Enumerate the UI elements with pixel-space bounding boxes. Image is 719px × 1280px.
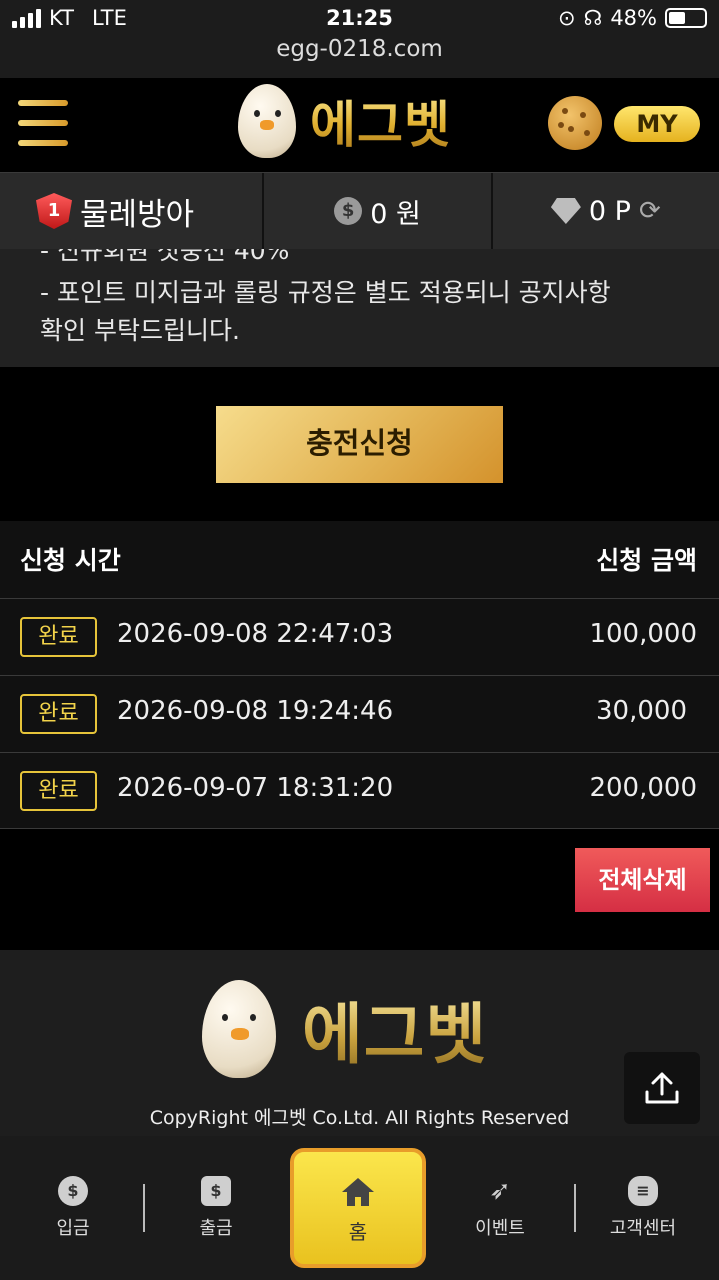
- address-bar-url[interactable]: egg-0218.com: [0, 36, 719, 62]
- site-logo[interactable]: 에그벳: [238, 84, 451, 158]
- status-badge: 완료: [20, 771, 97, 811]
- home-icon: [340, 1176, 376, 1208]
- nav-event[interactable]: ➶ 이벤트: [440, 1176, 560, 1240]
- site-header: 에그벳 MY: [0, 78, 719, 172]
- status-right: ⊙ ☊ 48%: [558, 6, 707, 30]
- scroll-top-button[interactable]: [624, 1052, 700, 1124]
- table-header: 신청 시간 신청 금액: [0, 521, 719, 598]
- nav-support-label: 고객센터: [609, 1218, 677, 1239]
- deposit-coin-icon: $: [58, 1176, 88, 1206]
- battery-icon: [665, 8, 707, 28]
- request-amount: 30,000: [596, 696, 687, 726]
- request-amount: 100,000: [589, 619, 697, 649]
- points-value: 0 P: [588, 195, 631, 227]
- nav-divider: [574, 1184, 576, 1232]
- battery-percent: 48%: [610, 6, 657, 30]
- nav-withdraw-label: 출금: [199, 1218, 233, 1239]
- nav-home-button[interactable]: 홈: [290, 1148, 426, 1268]
- user-info-bar: 1 물레방아 $ 0 원 0 P ⟳: [0, 172, 719, 249]
- request-time: 2026-09-08 22:47:03: [117, 619, 394, 649]
- cookie-icon[interactable]: [548, 96, 602, 150]
- headphones-icon: ☊: [583, 6, 603, 30]
- wallet-icon: $: [201, 1176, 231, 1206]
- notice-box: - 신규회원 첫충전 40% - 포인트 미지급과 롤링 규정은 별도 적용되니…: [0, 249, 719, 367]
- nav-deposit[interactable]: $ 입금: [13, 1176, 133, 1240]
- status-bar: KT LTE 21:25 ⊙ ☊ 48% egg-0218.com: [0, 0, 719, 78]
- status-badge: 완료: [20, 694, 97, 734]
- footer-logo-text: 에그벳: [302, 981, 487, 1077]
- username: 물레방아: [80, 196, 195, 233]
- nav-divider: [143, 1184, 145, 1232]
- column-header-amount: 신청 금액: [596, 546, 697, 575]
- nav-support[interactable]: ≡ 고객센터: [583, 1176, 703, 1240]
- egg-chick-icon: [202, 980, 276, 1078]
- nav-event-label: 이벤트: [475, 1218, 525, 1239]
- logo-text: 에그벳: [310, 85, 451, 157]
- money-value: 0 원: [370, 198, 421, 230]
- coin-icon: $: [334, 197, 363, 225]
- menu-icon[interactable]: [18, 100, 68, 146]
- footer: 에그벳 CopyRight 에그벳 Co.Ltd. All Rights Res…: [0, 950, 719, 1136]
- nav-home-label: 홈: [348, 1220, 368, 1244]
- chat-bubble-icon: ≡: [628, 1176, 658, 1206]
- footer-logo: 에그벳: [202, 980, 487, 1078]
- orientation-lock-icon: ⊙: [558, 6, 576, 30]
- notice-line-2: - 포인트 미지급과 롤링 규정은 별도 적용되니 공지사항: [40, 278, 611, 307]
- my-button[interactable]: MY: [614, 106, 700, 142]
- request-time: 2026-09-08 19:24:46: [117, 696, 394, 726]
- upload-arrow-icon: [645, 1072, 679, 1104]
- nav-deposit-label: 입금: [56, 1218, 90, 1239]
- rocket-icon: ➶: [489, 1176, 511, 1206]
- charge-request-button[interactable]: 충전신청: [216, 406, 503, 483]
- delete-all-button[interactable]: 전체삭제: [575, 848, 710, 912]
- diamond-icon: [550, 198, 581, 224]
- table-row[interactable]: 완료 2026-09-07 18:31:20 200,000: [0, 752, 719, 829]
- level-badge-icon: 1: [36, 193, 72, 229]
- nav-withdraw[interactable]: $ 출금: [156, 1176, 276, 1240]
- request-time: 2026-09-07 18:31:20: [117, 773, 394, 803]
- copyright-text: CopyRight 에그벳 Co.Ltd. All Rights Reserve…: [149, 1107, 570, 1129]
- request-amount: 200,000: [589, 773, 697, 803]
- refresh-icon[interactable]: ⟳: [639, 196, 661, 226]
- table-row[interactable]: 완료 2026-09-08 22:47:03 100,000: [0, 598, 719, 675]
- column-header-time: 신청 시간: [20, 546, 121, 575]
- notice-line-1: - 신규회원 첫충전 40%: [40, 249, 290, 265]
- status-badge: 완료: [20, 617, 97, 657]
- points-cell: 0 P ⟳: [493, 173, 719, 249]
- table-row[interactable]: 완료 2026-09-08 19:24:46 30,000: [0, 675, 719, 752]
- money-cell: $ 0 원: [264, 173, 493, 249]
- notice-line-3: 확인 부탁드립니다.: [40, 316, 240, 345]
- egg-chick-icon: [238, 84, 296, 158]
- user-level-cell: 1 물레방아: [0, 173, 265, 249]
